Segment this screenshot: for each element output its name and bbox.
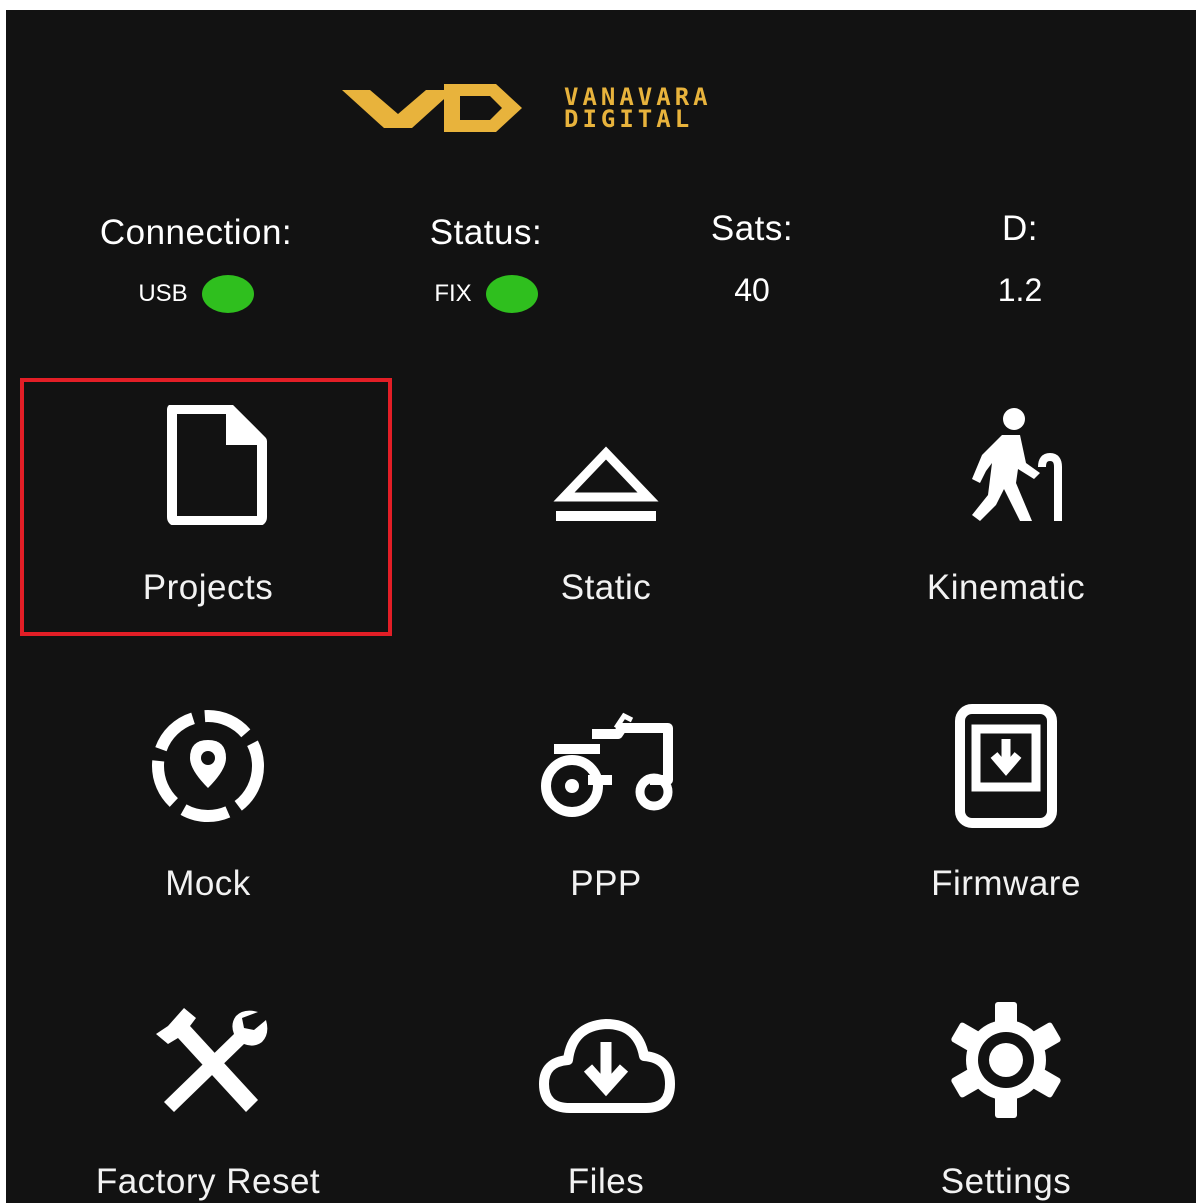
- brand-logo: VANAVARA DIGITAL: [336, 78, 712, 138]
- menu-item-label: Kinematic: [926, 568, 1086, 607]
- sats-value: 40: [734, 271, 770, 308]
- gear-icon: [951, 1002, 1061, 1118]
- fix-value: FIX: [434, 280, 472, 307]
- menu-item-label: Firmware: [931, 864, 1081, 903]
- menu-item-projects[interactable]: Projects: [18, 380, 398, 640]
- tools-icon: [156, 1008, 268, 1112]
- fix-indicator-icon: [485, 275, 538, 313]
- location-target-icon: [152, 710, 264, 822]
- tractor-icon: [541, 712, 673, 817]
- menu-item-label: Projects: [142, 568, 274, 607]
- document-icon: [167, 405, 267, 525]
- phone-download-icon: [955, 704, 1057, 828]
- menu-item-ppp[interactable]: PPP: [416, 676, 796, 936]
- d-status: D: 1.2: [890, 208, 1150, 310]
- menu-item-firmware[interactable]: Firmware: [816, 676, 1196, 936]
- sats-label: Sats:: [710, 209, 794, 248]
- fix-status: Status: FIX: [356, 212, 616, 314]
- connection-label: Connection:: [99, 213, 293, 252]
- menu-item-label: Static: [560, 568, 652, 607]
- menu-item-settings[interactable]: Settings: [816, 974, 1196, 1203]
- menu-item-label: Settings: [940, 1162, 1072, 1201]
- menu-item-label: Mock: [165, 864, 251, 903]
- logo-text-line2: DIGITAL: [564, 105, 694, 133]
- connection-status: Connection: USB: [66, 212, 326, 314]
- eject-icon: [553, 446, 659, 521]
- menu-item-files[interactable]: Files: [416, 974, 796, 1203]
- status-label: Status:: [429, 213, 543, 252]
- d-label: D:: [1002, 209, 1038, 248]
- connection-indicator-icon: [201, 275, 254, 313]
- walking-person-icon: [972, 408, 1062, 521]
- menu-item-factory-reset[interactable]: Factory Reset: [18, 974, 398, 1203]
- app-screen: VANAVARA DIGITAL Connection: USB Status:…: [6, 10, 1196, 1203]
- d-value: 1.2: [997, 271, 1043, 308]
- vd-logo-mark-icon: [342, 84, 522, 132]
- sats-status: Sats: 40: [622, 208, 882, 310]
- menu-item-label: PPP: [570, 864, 642, 903]
- menu-item-static[interactable]: Static: [416, 380, 796, 640]
- menu-item-kinematic[interactable]: Kinematic: [816, 380, 1196, 640]
- menu-item-label: Files: [567, 1162, 645, 1201]
- menu-item-mock[interactable]: Mock: [18, 676, 398, 936]
- cloud-download-icon: [539, 1019, 675, 1113]
- connection-value: USB: [138, 280, 188, 307]
- menu-item-label: Factory Reset: [95, 1162, 321, 1201]
